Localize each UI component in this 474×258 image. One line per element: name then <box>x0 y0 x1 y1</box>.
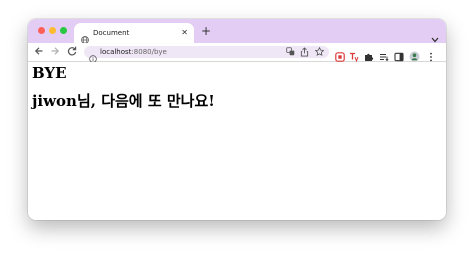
extension-red-icon[interactable] <box>335 47 345 62</box>
side-panel-icon[interactable] <box>394 47 404 62</box>
extension-translate-icon[interactable] <box>349 47 359 63</box>
puzzle-icon[interactable] <box>364 47 374 61</box>
tab-strip: Document ✕ + <box>28 19 446 44</box>
forward-icon[interactable] <box>50 46 60 60</box>
url-text[interactable]: localhost:8080/bye <box>100 46 167 58</box>
farewell-message: jiwon님, 다음에 또 만나요! <box>32 92 215 110</box>
bookmark-star-icon[interactable] <box>314 46 325 59</box>
profile-avatar-icon[interactable] <box>409 47 420 62</box>
minimize-window-button[interactable] <box>49 27 56 34</box>
tab-close-icon[interactable]: ✕ <box>181 27 188 39</box>
maximize-window-button[interactable] <box>60 27 67 34</box>
close-window-button[interactable] <box>38 27 45 34</box>
page-content: BYE jiwon님, 다음에 또 만나요! <box>28 62 446 220</box>
translate-icon[interactable] <box>286 47 295 59</box>
back-icon[interactable] <box>34 46 44 60</box>
share-icon[interactable] <box>300 47 309 60</box>
address-bar[interactable]: localhost:8080/bye <box>84 46 329 63</box>
reload-icon[interactable] <box>67 46 77 60</box>
url-path: :8080/bye <box>131 48 167 56</box>
url-host: localhost <box>100 48 132 56</box>
menu-kebab-icon[interactable] <box>429 47 439 62</box>
tab-title: Document <box>93 29 130 37</box>
active-tab[interactable]: Document ✕ <box>74 23 194 44</box>
browser-toolbar: localhost:8080/bye <box>28 43 446 63</box>
browser-window: Document ✕ + localhost:8080/bye BYE jiwo… <box>28 19 446 220</box>
bye-heading: BYE <box>32 64 67 82</box>
reading-list-icon[interactable] <box>379 47 389 62</box>
new-tab-button[interactable]: + <box>201 24 211 38</box>
